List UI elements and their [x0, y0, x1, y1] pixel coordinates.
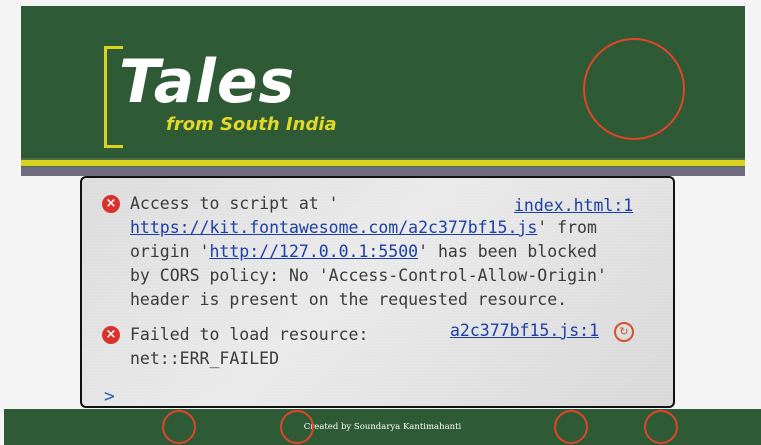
annotation-circle — [554, 410, 588, 444]
console-prompt[interactable]: > — [104, 386, 115, 406]
source-link-script[interactable]: a2c377bf15.js:1 — [450, 321, 599, 340]
banner-stripe — [21, 158, 745, 176]
logo-subtitle: from South India — [166, 114, 337, 135]
error-circle-icon: × — [102, 195, 120, 213]
origin-link[interactable]: http://127.0.0.1:5500 — [209, 242, 418, 261]
swirl-icon: ↻ — [614, 322, 634, 342]
annotation-circle — [162, 410, 196, 444]
error-circle-icon: × — [102, 326, 120, 344]
annotation-circle — [583, 38, 685, 140]
message-line-2: https://kit.fontawesome.com/a2c377bf15.j… — [130, 216, 597, 240]
message-line-4: by CORS policy: No 'Access-Control-Allow… — [130, 266, 607, 285]
message-line-5: header is present on the requested resou… — [130, 290, 568, 309]
message-line-3-suffix: ' has been blocked — [418, 242, 597, 261]
message-line-2-suffix: ' from — [537, 218, 597, 237]
message-line-1: Access to script at ' — [130, 194, 339, 213]
header-banner: Tales from South India — [21, 6, 745, 176]
console-panel: × Access to script at ' https://kit.font… — [80, 176, 675, 408]
annotation-circle — [644, 410, 678, 444]
message-line-3-prefix: origin ' — [130, 242, 210, 261]
annotation-circle — [280, 410, 314, 444]
message-line-3: origin 'http://127.0.0.1:5500' has been … — [130, 240, 597, 264]
message2-line-2: net::ERR_FAILED — [130, 349, 280, 368]
source-link-index[interactable]: index.html:1 — [514, 196, 633, 215]
script-url-link[interactable]: https://kit.fontawesome.com/a2c377bf15.j… — [130, 218, 537, 237]
logo-title: Tales — [119, 47, 296, 117]
message2-line-1: Failed to load resource: — [130, 325, 369, 344]
banner-gray-base — [21, 167, 745, 176]
banner-yellow-line — [21, 160, 745, 166]
